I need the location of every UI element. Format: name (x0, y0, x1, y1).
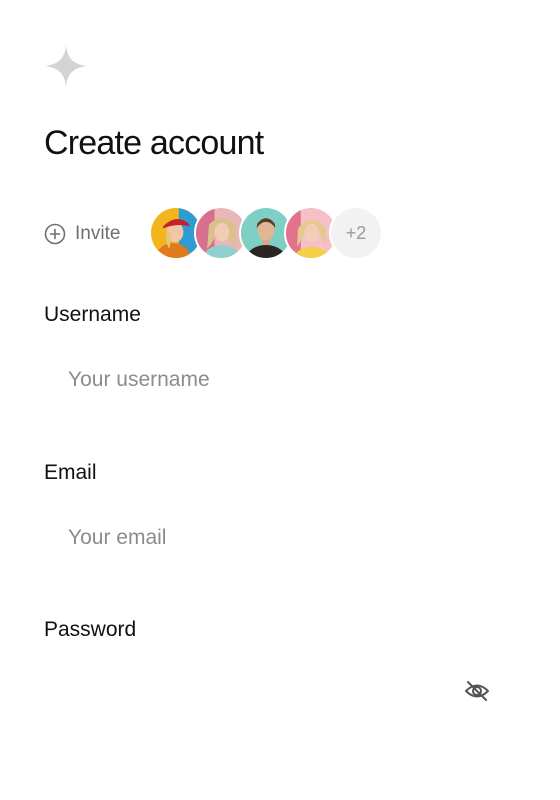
toggle-password-visibility-button[interactable] (462, 679, 492, 707)
password-input[interactable] (44, 665, 454, 721)
plus-circle-icon (44, 223, 66, 245)
invite-label: Invite (75, 223, 121, 244)
avatar-stack: +2 (149, 206, 389, 262)
username-label: Username (44, 303, 141, 326)
email-label: Email (44, 461, 97, 484)
password-label: Password (44, 618, 137, 641)
email-input[interactable] (44, 510, 516, 566)
more-avatars-badge[interactable]: +2 (329, 206, 383, 260)
page-title: Create account (44, 124, 264, 162)
eye-off-icon (463, 679, 491, 708)
sparkle-logo-icon (44, 44, 88, 88)
invite-row: Invite (44, 206, 120, 262)
invite-button[interactable]: Invite (44, 214, 120, 254)
username-input[interactable] (44, 352, 516, 408)
